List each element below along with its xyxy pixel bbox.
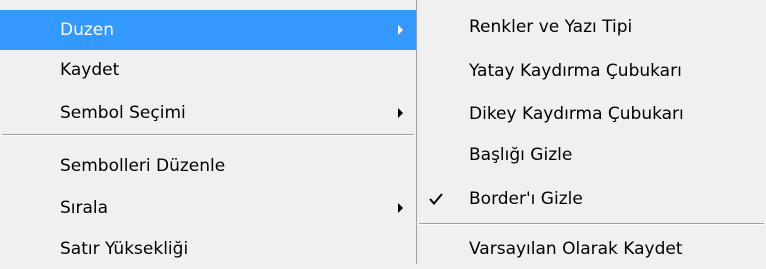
menu-item-satir-yuksekligi[interactable]: Satır Yüksekliği bbox=[0, 229, 416, 269]
menu-separator bbox=[419, 223, 764, 225]
submenu-arrow-icon bbox=[398, 108, 403, 118]
menu-item-label: Duzen bbox=[60, 20, 115, 40]
submenu-item-label: Varsayılan Olarak Kaydet bbox=[469, 239, 683, 259]
submenu-item-basligi-gizle[interactable]: Başlığı Gizle bbox=[417, 135, 766, 175]
submenu-item-borderi-gizle[interactable]: Border'ı Gizle bbox=[417, 179, 766, 219]
menu-item-sirala[interactable]: Sırala bbox=[0, 188, 416, 228]
submenu-item-renkler[interactable]: Renkler ve Yazı Tipi bbox=[417, 7, 766, 47]
context-menu: Duzen Kaydet Sembol Seçimi Sembolleri Dü… bbox=[0, 0, 416, 264]
menu-item-label: Satır Yüksekliği bbox=[60, 239, 189, 259]
submenu-item-dikey-kaydirma[interactable]: Dikey Kaydırma Çubukarı bbox=[417, 94, 766, 134]
menu-item-kaydet[interactable]: Kaydet bbox=[0, 50, 416, 90]
menu-item-sembolleri-duzenle[interactable]: Sembolleri Düzenle bbox=[0, 146, 416, 186]
menu-item-label: Kaydet bbox=[60, 60, 120, 80]
menu-separator bbox=[2, 134, 414, 136]
menu-item-label: Sembol Seçimi bbox=[60, 103, 186, 123]
submenu-item-varsayilan-kaydet[interactable]: Varsayılan Olarak Kaydet bbox=[417, 229, 766, 269]
submenu: Renkler ve Yazı Tipi Yatay Kaydırma Çubu… bbox=[416, 0, 766, 264]
submenu-item-label: Başlığı Gizle bbox=[469, 145, 573, 165]
submenu-item-label: Renkler ve Yazı Tipi bbox=[469, 17, 633, 37]
submenu-arrow-icon bbox=[398, 25, 403, 35]
submenu-item-yatay-kaydirma[interactable]: Yatay Kaydırma Çubukarı bbox=[417, 51, 766, 91]
submenu-item-label: Dikey Kaydırma Çubukarı bbox=[469, 104, 684, 124]
checkmark-icon bbox=[421, 185, 451, 213]
submenu-item-label: Yatay Kaydırma Çubukarı bbox=[469, 61, 682, 81]
submenu-item-label: Border'ı Gizle bbox=[469, 189, 583, 209]
menu-item-sembol-secimi[interactable]: Sembol Seçimi bbox=[0, 93, 416, 133]
submenu-arrow-icon bbox=[398, 203, 403, 213]
menu-item-label: Sembolleri Düzenle bbox=[60, 156, 226, 176]
menu-item-duzen[interactable]: Duzen bbox=[0, 10, 416, 50]
menu-item-label: Sırala bbox=[60, 198, 109, 218]
